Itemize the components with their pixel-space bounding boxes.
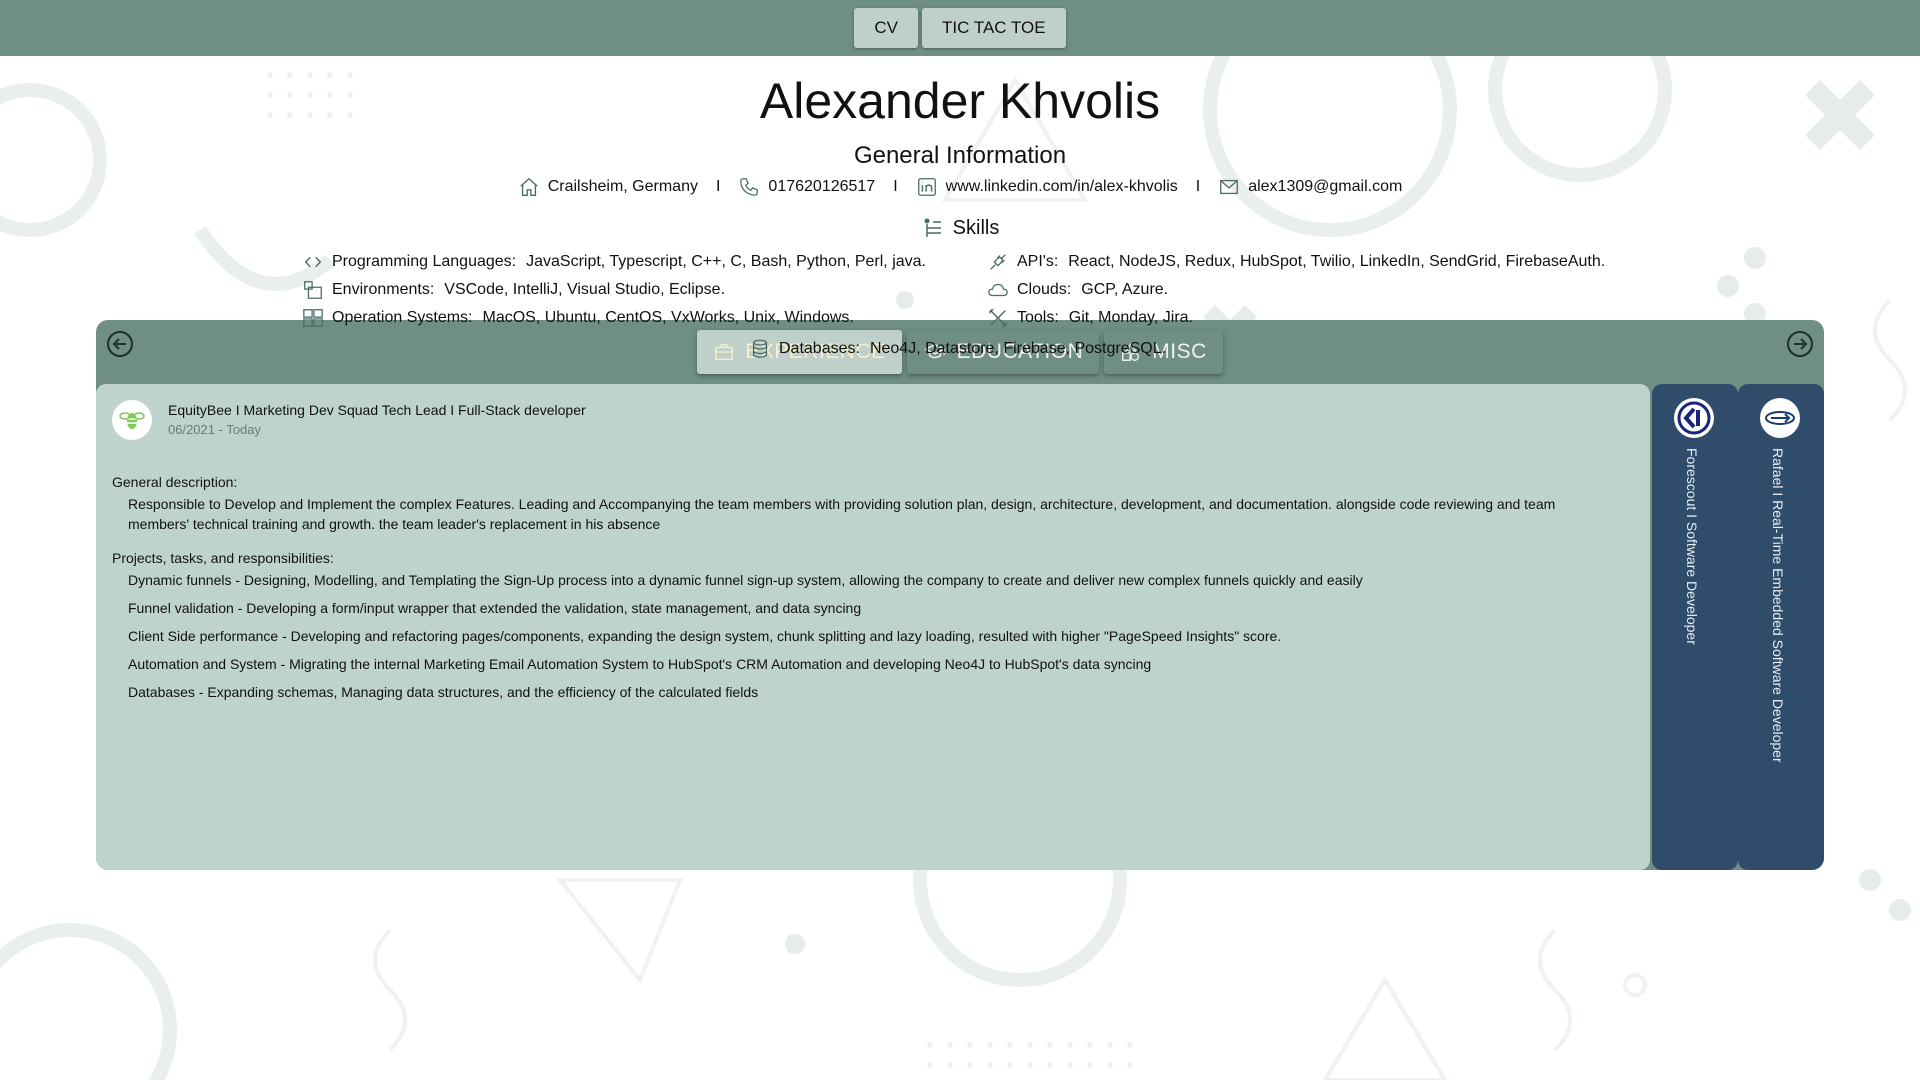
contact-separator: I	[893, 178, 898, 195]
cv-nav-button[interactable]: CV	[854, 8, 919, 48]
skill-label: Programming Languages:	[332, 253, 517, 270]
rafael-logo	[1760, 398, 1800, 438]
general-description-text: Responsible to Develop and Implement the…	[128, 496, 1556, 532]
skill-label: Operation Systems:	[332, 309, 473, 326]
rafael-icon	[1765, 411, 1795, 425]
skill-programming-languages: Programming Languages: JavaScript, Types…	[302, 251, 926, 273]
linkedin-icon	[917, 178, 936, 196]
contact-separator: I	[1195, 178, 1201, 195]
code-icon	[304, 256, 322, 268]
location-item: Crailsheim, Germany	[518, 176, 698, 198]
job-details: General description: Responsible to Deve…	[112, 474, 1612, 710]
equitybee-logo	[112, 400, 152, 440]
skill-apis: API's: React, NodeJS, Redux, HubSpot, Tw…	[987, 251, 1605, 273]
email-item[interactable]: alex1309@gmail.com	[1218, 176, 1402, 198]
side-job-rafael[interactable]: Rafael I Real-Time Embedded Software Dev…	[1738, 384, 1824, 870]
skill-tools: Tools: Git, Monday, Jira.	[987, 307, 1193, 329]
side-job-label: Rafael I Real-Time Embedded Software Dev…	[1770, 448, 1786, 763]
briefcase-icon	[715, 343, 734, 361]
skill-clouds: Clouds: GCP, Azure.	[987, 279, 1168, 301]
tictactoe-nav-button[interactable]: TIC TAC TOE	[922, 8, 1066, 48]
skill-value: JavaScript, Typescript, C++, C, Bash, Py…	[526, 253, 926, 270]
skill-value: GCP, Azure.	[1081, 281, 1169, 298]
list-item: Dynamic funnels - Designing, Modelling, …	[128, 572, 1363, 588]
phone-text: 017620126517	[768, 178, 876, 195]
cloud-icon	[988, 283, 1008, 297]
skill-label: Tools:	[1017, 309, 1059, 326]
side-job-forescout[interactable]: Forescout I Software Developer	[1652, 384, 1738, 870]
projects-list: Dynamic funnels - Designing, Modelling, …	[112, 570, 1612, 710]
career-panel: EXPERIENCE EDUCATION MISC EquityBee I Ma…	[96, 320, 1824, 870]
tools-icon	[989, 309, 1007, 327]
home-icon	[519, 177, 538, 196]
plug-icon	[990, 254, 1006, 270]
forescout-logo	[1674, 398, 1714, 438]
list-item: Databases - Expanding schemas, Managing …	[128, 684, 759, 700]
contact-separator: I	[715, 178, 721, 195]
skill-value: MacOS, Ubuntu, CentOS, VxWorks, Unix, Wi…	[482, 309, 854, 326]
job-title: EquityBee I Marketing Dev Squad Tech Lea…	[168, 402, 586, 418]
skill-label: API's:	[1017, 253, 1059, 270]
skills-heading: Skills	[0, 216, 1920, 240]
linkedin-link[interactable]: www.linkedin.com/in/alex-khvolis	[946, 178, 1178, 196]
experience-card: EquityBee I Marketing Dev Squad Tech Lea…	[96, 384, 1650, 870]
list-item: Automation and System - Migrating the in…	[128, 656, 1152, 672]
profile-name: Alexander Khvolis	[759, 73, 1161, 129]
skill-label: Clouds:	[1017, 281, 1072, 298]
skill-value: Git, Monday, Jira.	[1068, 309, 1193, 326]
skill-value: React, NodeJS, Redux, HubSpot, Twilio, L…	[1068, 253, 1606, 270]
skill-value: VSCode, IntelliJ, Visual Studio, Eclipse…	[444, 281, 726, 298]
general-information-heading: General Information	[853, 142, 1067, 169]
mail-icon	[1220, 179, 1239, 195]
windows-icon	[303, 309, 323, 327]
linkedin-item[interactable]: www.linkedin.com/in/alex-khvolis	[916, 176, 1178, 198]
skill-value: Neo4J, Datastore, Firebase, PostgreSQL.	[869, 340, 1167, 357]
skills-tree-icon	[924, 218, 941, 237]
forescout-icon	[1677, 401, 1711, 435]
list-item: Funnel validation - Developing a form/in…	[128, 600, 862, 616]
top-nav-bar: CV TIC TAC TOE	[0, 0, 1920, 56]
environment-icon	[304, 281, 322, 299]
skill-databases: Databases: Neo4J, Datastore, Firebase, P…	[749, 338, 1166, 360]
contact-row: Crailsheim, Germany I 017620126517 I www…	[0, 176, 1920, 198]
skill-label: Environments:	[332, 281, 435, 298]
general-description-heading: General description:	[112, 474, 238, 490]
bee-icon	[119, 412, 145, 429]
skill-operation-systems: Operation Systems: MacOS, Ubuntu, CentOS…	[302, 307, 854, 329]
list-item: Client Side performance - Developing and…	[128, 628, 1282, 644]
skill-label: Databases:	[779, 340, 860, 357]
database-icon	[752, 339, 768, 358]
skills-title-text: Skills	[952, 216, 1000, 239]
job-date: 06/2021 - Today	[168, 422, 261, 437]
skill-environments: Environments: VSCode, IntelliJ, Visual S…	[302, 279, 725, 301]
projects-heading: Projects, tasks, and responsibilities:	[112, 550, 334, 566]
phone-icon	[740, 178, 759, 196]
phone-item: 017620126517	[738, 176, 875, 198]
side-job-label: Forescout I Software Developer	[1684, 448, 1700, 645]
location-text: Crailsheim, Germany	[547, 178, 698, 195]
email-link[interactable]: alex1309@gmail.com	[1248, 178, 1402, 196]
